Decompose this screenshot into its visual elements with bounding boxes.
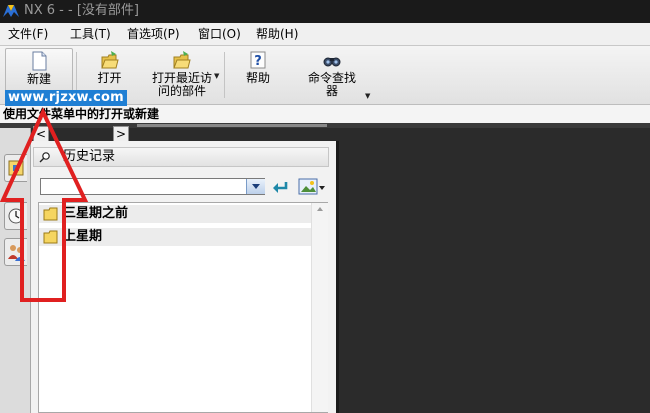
menu-preferences[interactable]: 首选项(P) [127,26,180,42]
command-finder-label-line2: 器 [325,84,338,98]
window-title: NX 6 - - [没有部件] [24,3,139,18]
watermark-label: www.rjzxw.com [5,90,127,106]
svg-text:?: ? [254,54,262,69]
title-bar: NX 6 - - [没有部件] [0,0,650,23]
splitter-handle[interactable] [137,124,327,127]
new-button-label: 新建 [26,72,51,86]
side-tab-assembly-navigator[interactable] [4,154,27,182]
command-finder-button[interactable]: 命令查找 器 ▼ [292,48,372,102]
graphics-window[interactable] [336,141,650,413]
assembly-navigator-icon [8,160,24,176]
status-message: 使用文件菜单中的打开或新建 [3,107,160,121]
resource-bar [0,128,31,413]
clock-icon [8,208,24,224]
menu-window[interactable]: 窗口(O) [198,26,241,42]
combo-dropdown-button[interactable] [246,179,265,194]
chevron-down-icon [252,184,260,189]
help-button-label: 帮助 [245,71,270,85]
history-folder-label: 三星期之前 [63,206,129,221]
help-icon: ? [250,51,266,69]
menu-bar: 文件(F) 工具(T) 首选项(P) 窗口(O) 帮助(H) [0,23,650,46]
refresh-arrow-icon[interactable] [271,179,289,195]
history-folder-row[interactable]: 上星期 [39,228,311,246]
menu-help[interactable]: 帮助(H) [256,26,298,42]
history-folder-label: 上星期 [63,229,103,244]
menu-file[interactable]: 文件(F) [8,26,48,42]
roles-people-icon [8,245,25,261]
menu-tools[interactable]: 工具(T) [70,26,111,42]
folder-icon [43,230,58,244]
toolbar-separator [224,52,225,98]
nx-logo-icon [3,5,19,17]
help-button[interactable]: ? 帮助 [232,48,284,102]
toolbar-options-arrow-icon[interactable]: ▼ [365,92,370,100]
back-button[interactable]: < [33,126,49,142]
open-folder-icon [100,51,119,69]
history-panel-title: 历史记录 [63,149,116,164]
open-button-label: 打开 [97,71,122,85]
history-folder-row[interactable]: 三星期之前 [39,205,311,223]
side-tab-history[interactable] [4,202,27,230]
folder-icon [43,207,58,221]
history-filter-combo[interactable] [40,178,265,195]
open-recent-folder-icon [173,51,191,69]
side-tab-roles[interactable] [4,238,27,266]
vertical-scrollbar[interactable] [311,203,328,412]
open-recent-button[interactable]: 打开最近访 问的部件 ▼ [143,48,221,102]
binoculars-icon [323,57,341,67]
cue-line: 使用文件菜单中的打开或新建 [0,105,650,123]
pin-icon[interactable] [38,150,52,164]
forward-button[interactable]: > [113,126,129,142]
view-options-icon[interactable] [298,178,326,196]
dropdown-arrow-icon[interactable]: ▼ [214,72,219,80]
scroll-up-arrow-icon[interactable] [312,203,328,215]
open-recent-label-line2: 问的部件 [157,84,206,98]
new-file-icon [32,51,47,71]
